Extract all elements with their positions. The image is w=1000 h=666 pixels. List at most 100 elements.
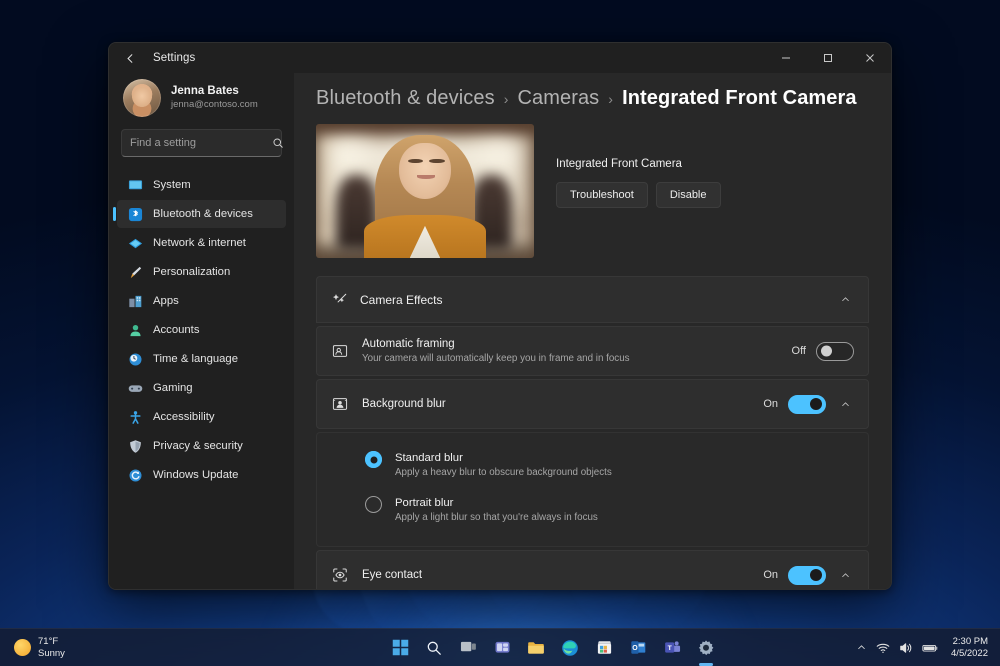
sidebar-item-network-internet[interactable]: Network & internet [117,229,286,257]
clock[interactable]: 2:30 PM 4/5/2022 [951,636,988,659]
breadcrumb: Bluetooth & devices › Cameras › Integrat… [316,87,869,110]
eye-contact-icon [331,566,349,584]
sidebar-item-label: Gaming [153,382,193,394]
account-card[interactable]: Jenna Bates jenna@contoso.com [117,73,286,127]
sidebar-nav: System Bluetooth & devices Network & int… [117,171,286,497]
sidebar-item-time-language[interactable]: Time & language [117,345,286,373]
wifi-globe-icon [127,235,143,251]
close-button[interactable] [849,43,891,73]
chevron-up-icon[interactable] [836,395,854,413]
clock-globe-icon [127,351,143,367]
weather-widget[interactable]: 71°F Sunny [0,636,250,658]
option-standard-blur[interactable]: Standard blur Apply a heavy blur to obsc… [331,443,854,488]
option-portrait-blur[interactable]: Portrait blur Apply a light blur so that… [331,488,854,533]
sidebar-item-accessibility[interactable]: Accessibility [117,403,286,431]
sidebar-item-bluetooth-devices[interactable]: Bluetooth & devices [117,200,286,228]
account-name: Jenna Bates [171,84,258,100]
search-input[interactable] [130,137,272,149]
camera-effects-header-card: Camera Effects [316,276,869,323]
account-email: jenna@contoso.com [171,99,258,112]
chevron-up-icon[interactable] [836,566,854,584]
taskbar-apps: O T [250,635,856,661]
camera-effects-header[interactable]: Camera Effects [317,277,868,322]
content-pane: Bluetooth & devices › Cameras › Integrat… [294,73,891,589]
row-title: Automatic framing [362,336,779,353]
search-icon [272,137,284,149]
gamepad-icon [127,380,143,396]
sidebar-item-label: Time & language [153,353,238,365]
device-name: Integrated Front Camera [556,158,721,170]
eye-contact-row[interactable]: Eye contact On [317,551,868,589]
taskbar: 71°F Sunny O T [0,628,1000,666]
settings-button[interactable] [693,635,719,661]
sidebar-item-label: Windows Update [153,469,238,481]
device-summary: Integrated Front Camera Troubleshoot Dis… [316,124,869,258]
sidebar-item-gaming[interactable]: Gaming [117,374,286,402]
monitor-icon [127,177,143,193]
row-title: Eye contact [362,567,750,584]
back-button[interactable] [115,43,145,73]
shield-icon [127,438,143,454]
chevron-up-icon[interactable] [856,642,867,653]
weather-condition: Sunny [38,648,65,659]
troubleshoot-button[interactable]: Troubleshoot [556,182,648,208]
file-explorer-button[interactable] [523,635,549,661]
eye-contact-state-label: On [763,569,778,581]
background-blur-row[interactable]: Background blur On [317,380,868,428]
automatic-framing-toggle[interactable] [816,342,854,361]
bluetooth-icon [127,206,143,222]
search-box[interactable] [121,129,282,157]
sidebar-item-label: Network & internet [153,237,246,249]
sidebar-item-label: Personalization [153,266,230,278]
clock-time: 2:30 PM [951,636,988,647]
title-bar: Settings [109,43,891,73]
option-subtitle: Apply a heavy blur to obscure background… [395,466,612,480]
option-title: Standard blur [395,450,612,466]
task-view-button[interactable] [455,635,481,661]
battery-icon[interactable] [922,641,939,655]
eye-contact-toggle[interactable] [788,566,826,585]
framing-person-icon [331,342,349,360]
eye-contact-card: Eye contact On [316,550,869,589]
sidebar-item-personalization[interactable]: Personalization [117,258,286,286]
microsoft-edge-button[interactable] [557,635,583,661]
apps-grid-icon [127,293,143,309]
system-tray: 2:30 PM 4/5/2022 [856,636,1000,659]
svg-text:O: O [632,645,638,652]
row-title: Background blur [362,396,750,413]
option-title: Portrait blur [395,495,598,511]
automatic-framing-card: Automatic framing Your camera will autom… [316,326,869,376]
search-button[interactable] [421,635,447,661]
automatic-framing-row[interactable]: Automatic framing Your camera will autom… [317,327,868,375]
disable-button[interactable]: Disable [656,182,721,208]
chevron-up-icon[interactable] [836,291,854,309]
radio-unselected-icon[interactable] [365,496,382,513]
row-subtitle: Your camera will automatically keep you … [362,352,779,366]
sidebar-item-label: Accounts [153,324,199,336]
accessibility-icon [127,409,143,425]
sidebar-item-privacy-security[interactable]: Privacy & security [117,432,286,460]
microsoft-store-button[interactable] [591,635,617,661]
camera-preview [316,124,534,258]
background-blur-toggle[interactable] [788,395,826,414]
sidebar-item-system[interactable]: System [117,171,286,199]
sidebar-item-accounts[interactable]: Accounts [117,316,286,344]
breadcrumb-separator: › [504,91,509,107]
widgets-button[interactable] [489,635,515,661]
maximize-button[interactable] [807,43,849,73]
blur-grid-icon [331,395,349,413]
minimize-button[interactable] [765,43,807,73]
sparkle-effects-icon [331,291,349,309]
outlook-button[interactable]: O [625,635,651,661]
breadcrumb-link-cameras[interactable]: Cameras [517,87,599,110]
radio-selected-icon[interactable] [365,451,382,468]
breadcrumb-link-bluetooth-devices[interactable]: Bluetooth & devices [316,87,495,110]
clock-date: 4/5/2022 [951,648,988,659]
sidebar-item-label: Bluetooth & devices [153,208,253,220]
speaker-icon[interactable] [899,641,913,655]
wifi-icon[interactable] [876,641,890,655]
sidebar-item-windows-update[interactable]: Windows Update [117,461,286,489]
microsoft-teams-button[interactable]: T [659,635,685,661]
sidebar-item-apps[interactable]: Apps [117,287,286,315]
start-button[interactable] [387,635,413,661]
